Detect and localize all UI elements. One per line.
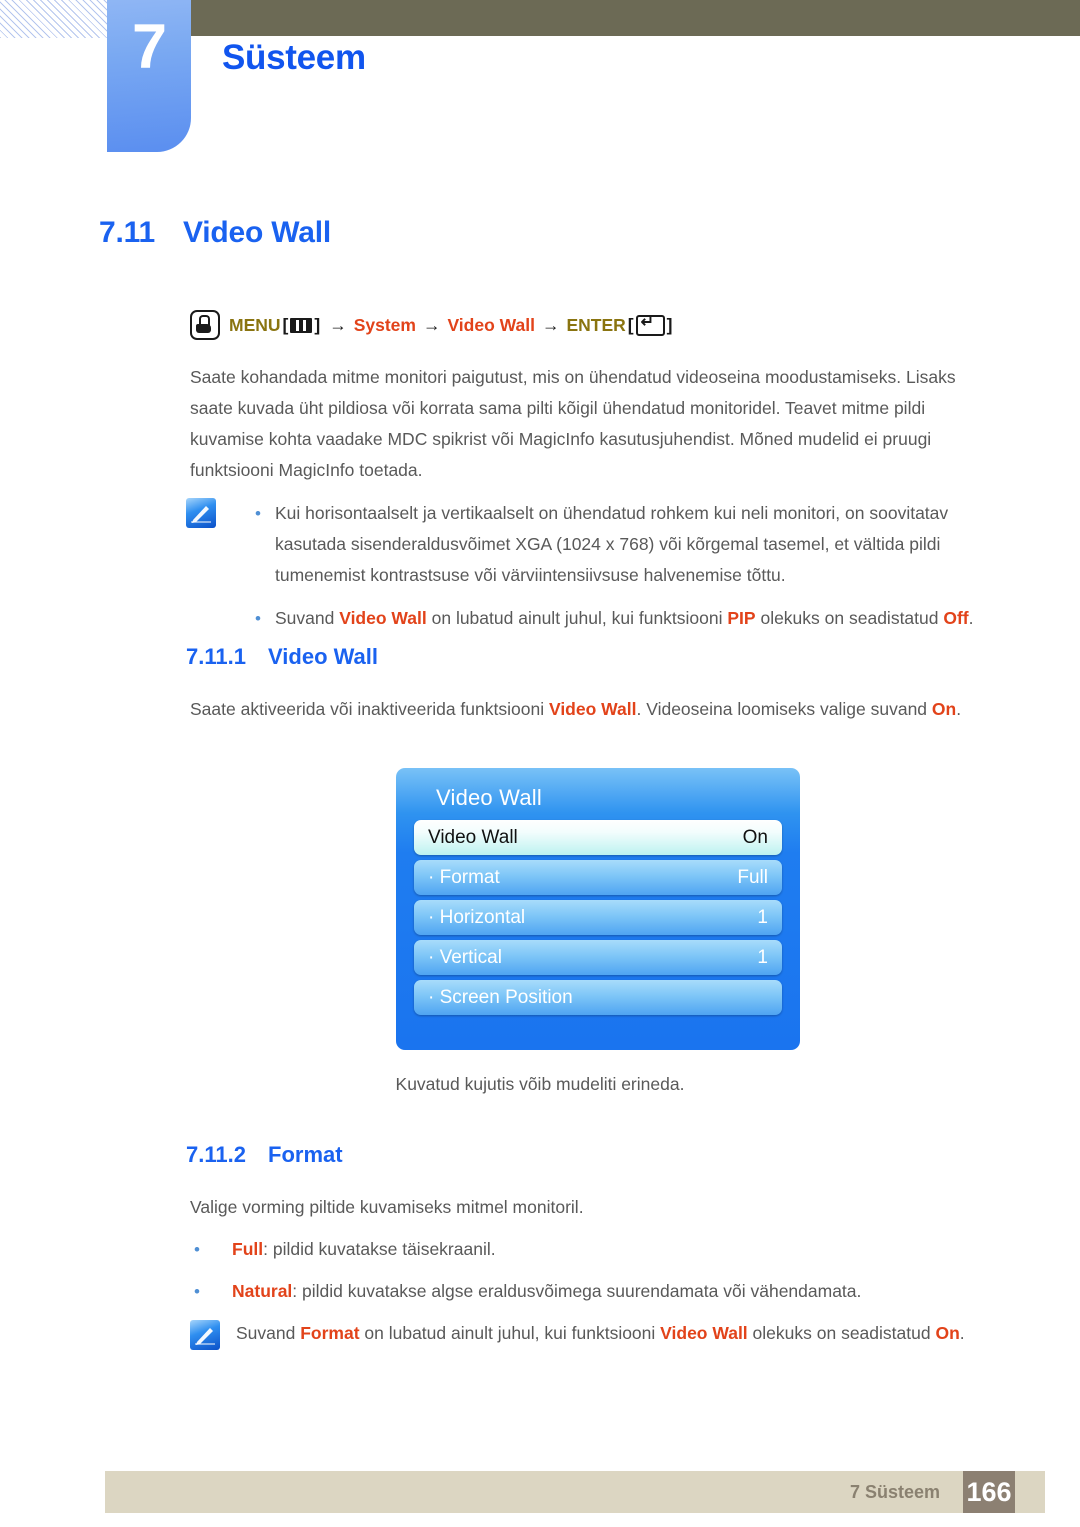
highlighted-term: Video Wall: [660, 1323, 748, 1343]
osd-menu-list: Video Wall On · Format Full · Horizontal 1 · V…: [414, 820, 782, 1015]
note-pen-icon: [190, 1320, 220, 1350]
osd-caption: Kuvatud kujutis võib mudeliti erineda.: [395, 1074, 685, 1094]
format-options-list: • Full: pildid kuvatakse täisekraanil. •…: [194, 1234, 994, 1318]
bullet-icon: •: [194, 1240, 200, 1259]
note-icon-container: [186, 498, 216, 528]
list-item: • Suvand Video Wall on lubatud ainult ju…: [255, 603, 1000, 634]
chapter-title: Süsteem: [222, 38, 366, 77]
menu-path-menu-label: MENU: [229, 314, 281, 335]
path-arrow-2: →: [422, 314, 441, 335]
text-run: : pildid kuvatakse täisekraanil.: [263, 1239, 496, 1259]
bracket-close-2: ]: [666, 314, 673, 335]
highlighted-term: On: [935, 1323, 960, 1343]
path-arrow-3: →: [541, 314, 560, 335]
text-run: on lubatud ainult juhul, kui funktsiooni: [426, 608, 728, 628]
subsection-2-paragraph: Valige vorming piltide kuvamiseks mitmel…: [190, 1197, 584, 1217]
subsection-title: Video Wall: [268, 644, 379, 669]
osd-row-vertical[interactable]: · Vertical 1: [414, 940, 782, 975]
menu-path-step-system: System: [353, 314, 416, 335]
chapter-number: 7: [131, 12, 167, 82]
subsection-heading-2: 7.11.2 Format: [186, 1142, 343, 1168]
footer-chapter-label: 7 Süsteem: [849, 1482, 940, 1502]
intro-paragraph: Saate kohandada mitme monitori paigutust…: [190, 367, 956, 480]
bracket-close: ]: [314, 314, 321, 335]
footer-page-number: 166: [963, 1471, 1015, 1513]
bullet-icon: •: [255, 609, 261, 628]
note-pen-icon: [186, 498, 216, 528]
osd-row-label: · Screen Position: [428, 986, 573, 1008]
note-item-text: Kui horisontaalselt ja vertikaalselt on …: [275, 503, 949, 585]
osd-video-wall-panel: Video Wall Video Wall On · Format Full · Hor…: [396, 768, 800, 1050]
section-title: Video Wall: [183, 216, 332, 249]
highlighted-term: Off: [943, 608, 969, 628]
decorative-hatch-pattern: [0, 0, 108, 38]
list-item: • Full: pildid kuvatakse täisekraanil.: [194, 1234, 994, 1265]
text-run: on lubatud ainult juhul, kui funktsiooni: [359, 1323, 661, 1343]
text-run: : pildid kuvatakse algse eraldusvõimega …: [292, 1281, 862, 1301]
hand-press-icon: [190, 310, 220, 340]
text-run: Suvand: [275, 608, 340, 628]
highlighted-term: Natural: [232, 1281, 293, 1301]
note-item-text: Suvand Video Wall on lubatud ainult juhu…: [275, 603, 1000, 634]
text-run: olekuks on seadistatud: [747, 1323, 936, 1343]
osd-row-label: Video Wall: [428, 826, 518, 848]
format-option-text: Full: pildid kuvatakse täisekraanil.: [232, 1234, 496, 1265]
format-option-text: Natural: pildid kuvatakse algse eraldusv…: [232, 1276, 861, 1307]
menu-path-breadcrumb: MENU [ ] → System → Video Wall → ENTER […: [190, 310, 674, 340]
note-text-2: Suvand Format on lubatud ainult juhul, k…: [236, 1318, 996, 1348]
text-run: .: [959, 1323, 965, 1343]
text-run: olekuks on seadistatud: [755, 608, 944, 628]
osd-row-label: · Horizontal: [428, 906, 526, 928]
bracket-open: [: [282, 314, 289, 335]
osd-panel-title: Video Wall: [436, 785, 542, 810]
text-run: Saate aktiveerida või inaktiveerida funk…: [190, 699, 549, 719]
text-run: .: [968, 608, 974, 628]
osd-row-label: · Format: [428, 866, 500, 888]
subsection-heading-1: 7.11.1 Video Wall: [186, 644, 378, 670]
osd-row-format[interactable]: · Format Full: [414, 860, 782, 895]
section-number: 7.11: [99, 216, 155, 249]
text-run: Suvand: [236, 1323, 301, 1343]
osd-row-label: · Vertical: [428, 946, 502, 968]
osd-row-video-wall[interactable]: Video Wall On: [414, 820, 782, 855]
bullet-icon: •: [255, 504, 261, 523]
subsection-1-paragraph: Saate aktiveerida või inaktiveerida funk…: [190, 694, 1000, 725]
menu-path-step-video-wall: Video Wall: [447, 314, 535, 335]
list-item: • Kui horisontaalselt ja vertikaalselt o…: [255, 498, 1000, 591]
chapter-tab: 7: [107, 0, 191, 152]
menu-bars-icon: [290, 317, 313, 333]
osd-row-horizontal[interactable]: · Horizontal 1: [414, 900, 782, 935]
highlighted-term: Video Wall: [548, 699, 637, 719]
note-icon-container-2: [190, 1320, 220, 1350]
osd-row-screen-position[interactable]: · Screen Position: [414, 980, 782, 1015]
bracket-open-2: [: [627, 314, 634, 335]
enter-key-icon: [635, 312, 665, 336]
highlighted-term: Full: [232, 1239, 264, 1259]
highlighted-term: On: [931, 699, 957, 719]
footer-bar: 7 Süsteem 166: [105, 1471, 1045, 1513]
bullet-icon: •: [194, 1282, 200, 1301]
highlighted-term: PIP: [727, 608, 756, 628]
list-item: • Natural: pildid kuvatakse algse eraldu…: [194, 1276, 994, 1307]
note-list-1: • Kui horisontaalselt ja vertikaalselt o…: [255, 498, 1000, 646]
highlighted-term: Video Wall: [339, 608, 427, 628]
subsection-title: Format: [268, 1142, 343, 1167]
osd-row-value: Full: [737, 866, 768, 888]
page-title: 7.11 Video Wall: [99, 216, 331, 250]
text-run: . Videoseina loomiseks valige suvand: [636, 699, 932, 719]
highlighted-term: Format: [300, 1323, 360, 1343]
osd-row-value: 1: [757, 906, 768, 928]
osd-row-value: On: [742, 826, 768, 848]
osd-row-value: 1: [757, 946, 768, 968]
subsection-number: 7.11.1: [186, 644, 246, 669]
text-run: .: [956, 699, 962, 719]
header-olive-band: [190, 0, 1080, 36]
path-arrow-1: →: [329, 314, 347, 335]
subsection-number: 7.11.2: [186, 1142, 246, 1167]
menu-path-enter-label: ENTER: [566, 314, 626, 335]
